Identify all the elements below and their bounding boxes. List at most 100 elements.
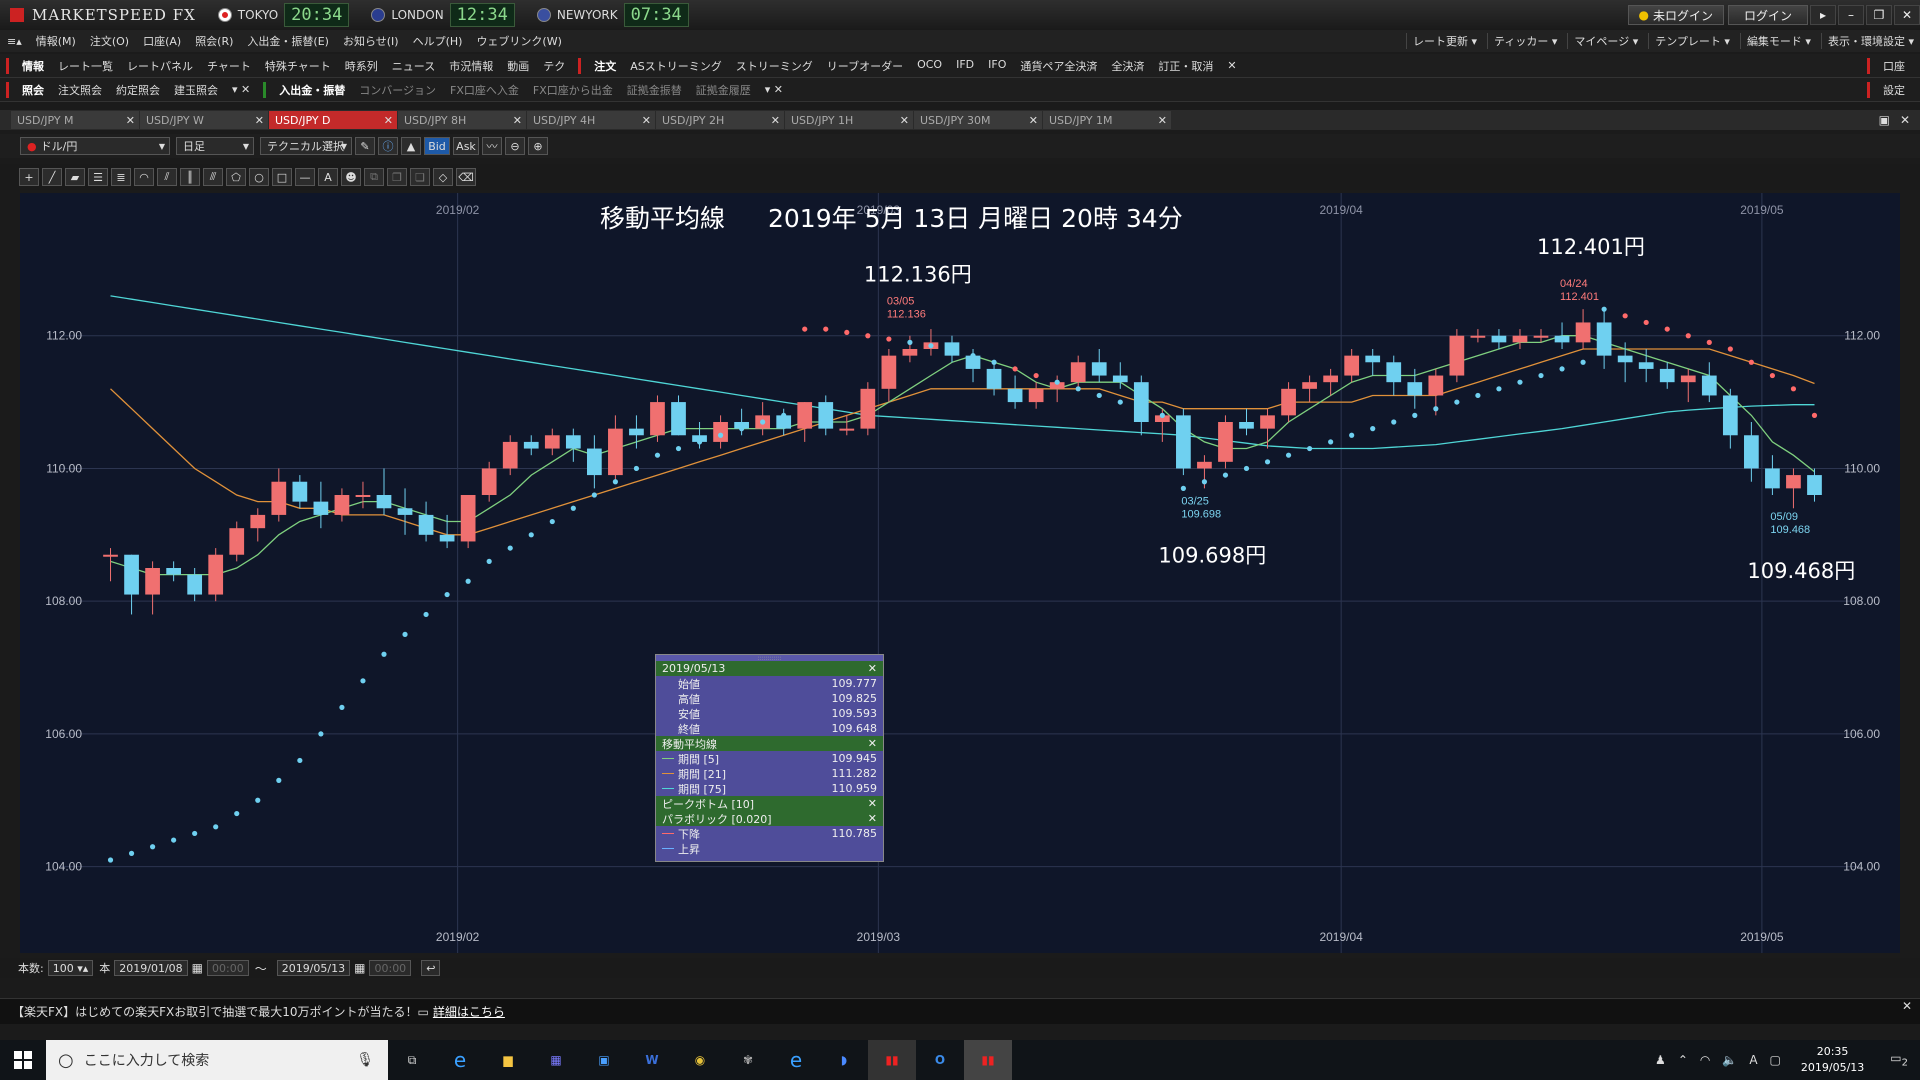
- toolbar-close-icon[interactable]: ✕: [1220, 59, 1243, 72]
- tab-30m[interactable]: USD/JPY 30M ✕: [914, 111, 1042, 129]
- toolbar-item[interactable]: 通貨ペア全決済: [1013, 58, 1104, 74]
- toolbar-item[interactable]: リーブオーダー: [820, 58, 910, 74]
- menu-right-item[interactable]: 表示・環境設定 ▾: [1820, 33, 1920, 49]
- edge-icon[interactable]: e: [772, 1040, 820, 1080]
- delete-all-icon[interactable]: ⌫: [456, 168, 476, 186]
- toolbar-account[interactable]: 口座: [1876, 58, 1912, 74]
- toolbar-item[interactable]: FX口座から出金: [526, 82, 620, 98]
- tab-close-icon[interactable]: ✕: [642, 114, 651, 127]
- toolbar-item[interactable]: コンバージョン: [352, 82, 443, 98]
- indicator-icon[interactable]: 〰: [482, 137, 502, 155]
- marketspeed-fx-icon[interactable]: ▮▮: [964, 1040, 1012, 1080]
- close-news-icon[interactable]: ✕: [1902, 999, 1912, 1013]
- trendline-icon[interactable]: ╱: [42, 168, 62, 186]
- toolbar-dropdown-icon[interactable]: ▾ ✕: [758, 83, 790, 96]
- toolbar-item[interactable]: OCO: [910, 58, 949, 74]
- ie-browser-icon[interactable]: e: [436, 1040, 484, 1080]
- menu-item[interactable]: 照会(R): [188, 33, 240, 49]
- minimize-icon[interactable]: –: [1838, 5, 1864, 25]
- menu-item[interactable]: 注文(O): [83, 33, 136, 49]
- tab-4h[interactable]: USD/JPY 4H ✕: [527, 111, 655, 129]
- tab-close-icon[interactable]: ✕: [1158, 114, 1167, 127]
- count-select[interactable]: 100 ▾▴: [47, 960, 94, 976]
- chevron-up-icon[interactable]: ⌃: [1678, 1053, 1688, 1067]
- from-date[interactable]: 2019/01/08: [114, 960, 188, 976]
- people-icon[interactable]: ♟: [1655, 1053, 1666, 1067]
- tab-close-icon[interactable]: ✕: [126, 114, 135, 127]
- zoom-out-icon[interactable]: ⊖: [505, 137, 525, 155]
- toolbar-item[interactable]: テク: [536, 58, 572, 74]
- ask-button[interactable]: Ask: [453, 137, 479, 155]
- login-button[interactable]: ログイン: [1728, 5, 1808, 25]
- app-icon[interactable]: ✾: [724, 1040, 772, 1080]
- layers-icon[interactable]: ❐: [387, 168, 407, 186]
- bid-button[interactable]: Bid: [424, 137, 450, 155]
- timeframe-select[interactable]: 日足 ▼: [176, 137, 254, 155]
- toolbar-settings[interactable]: 設定: [1876, 82, 1912, 98]
- news-link[interactable]: 詳細はこちら: [433, 1003, 505, 1020]
- toolbar-item[interactable]: レート一覧: [51, 58, 120, 74]
- menu-item[interactable]: 情報(M): [29, 33, 83, 49]
- menu-toggle-icon[interactable]: ≡▴: [0, 35, 29, 48]
- menu-item[interactable]: 口座(A): [136, 33, 188, 49]
- tab-2h[interactable]: USD/JPY 2H ✕: [656, 111, 784, 129]
- wifi-icon[interactable]: ◠: [1700, 1053, 1710, 1067]
- toolbar-item[interactable]: 市況情報: [442, 58, 500, 74]
- area-chart-icon[interactable]: ▲: [401, 137, 421, 155]
- menu-item[interactable]: 入出金・振替(E): [240, 33, 336, 49]
- tab-m[interactable]: USD/JPY M ✕: [11, 111, 139, 129]
- delete-icon[interactable]: ◇: [433, 168, 453, 186]
- pen-icon[interactable]: ✎: [355, 137, 375, 155]
- rectangle-icon[interactable]: □: [272, 168, 292, 186]
- calendar-icon[interactable]: ▦: [192, 961, 203, 975]
- taskbar-search[interactable]: ○ ここに入力して検索 🎙: [46, 1040, 388, 1080]
- close-icon[interactable]: ✕: [1894, 5, 1920, 25]
- tab-close-icon[interactable]: ✕: [255, 114, 264, 127]
- toolbar-item[interactable]: 建玉照会: [167, 82, 225, 98]
- menu-right-item[interactable]: マイページ ▾: [1567, 33, 1644, 49]
- toolbar-item[interactable]: 約定照会: [109, 82, 167, 98]
- refresh-icon[interactable]: ↩: [421, 960, 441, 976]
- notification-icon[interactable]: ▭2: [1890, 1051, 1908, 1068]
- microphone-icon[interactable]: 🎙: [356, 1052, 374, 1068]
- taskbar-clock[interactable]: 20:35 2019/05/13: [1801, 1044, 1864, 1076]
- text-icon[interactable]: A: [318, 168, 338, 186]
- tab-w[interactable]: USD/JPY W ✕: [140, 111, 268, 129]
- to-time[interactable]: 00:00: [369, 960, 412, 976]
- toolbar-item[interactable]: ニュース: [385, 58, 442, 74]
- circle-icon[interactable]: ○: [249, 168, 269, 186]
- toolbar-item[interactable]: 訂正・取消: [1151, 58, 1220, 74]
- maximize-chart-icon[interactable]: ▣: [1879, 113, 1890, 127]
- paste-icon[interactable]: ❏: [410, 168, 430, 186]
- tab-close-icon[interactable]: ✕: [771, 114, 780, 127]
- info-icon[interactable]: ⓘ: [378, 137, 398, 155]
- from-time[interactable]: 00:00: [207, 960, 249, 976]
- maximize-icon[interactable]: ❐: [1866, 5, 1892, 25]
- toolbar-item[interactable]: 証拠金履歴: [689, 82, 758, 98]
- toolbar-item[interactable]: ストリーミング: [729, 58, 820, 74]
- ime-mode-icon[interactable]: ▢: [1770, 1053, 1781, 1067]
- fan-icon[interactable]: ⫽: [157, 168, 177, 186]
- close-icon[interactable]: ✕: [868, 812, 877, 825]
- windows-start-icon[interactable]: [0, 1040, 46, 1080]
- arrow-right-icon[interactable]: ▸: [1810, 5, 1836, 25]
- close-icon[interactable]: ✕: [868, 797, 877, 810]
- window-app-icon[interactable]: ▣: [580, 1040, 628, 1080]
- menu-right-item[interactable]: 編集モード ▾: [1739, 33, 1817, 49]
- menu-right-item[interactable]: ティッカー ▾: [1487, 33, 1563, 49]
- toolbar-item[interactable]: 動画: [500, 58, 536, 74]
- word-icon[interactable]: W: [628, 1040, 676, 1080]
- channel-icon[interactable]: ⫻: [203, 168, 223, 186]
- tab-d[interactable]: USD/JPY D ✕: [269, 111, 397, 129]
- technical-select[interactable]: テクニカル選択 ▼: [260, 137, 352, 155]
- toolbar-item[interactable]: IFO: [981, 58, 1013, 74]
- tab-1m[interactable]: USD/JPY 1M ✕: [1043, 111, 1171, 129]
- crosshair-icon[interactable]: +: [19, 168, 39, 186]
- toolbar-item[interactable]: レートパネル: [120, 58, 200, 74]
- to-date[interactable]: 2019/05/13: [276, 960, 351, 976]
- hline-icon[interactable]: —: [295, 168, 315, 186]
- toolbar-item[interactable]: 注文照会: [51, 82, 109, 98]
- calendar-icon[interactable]: ▦: [354, 961, 365, 975]
- app-icon-2[interactable]: ◗: [820, 1040, 868, 1080]
- polygon-icon[interactable]: ⬠: [226, 168, 246, 186]
